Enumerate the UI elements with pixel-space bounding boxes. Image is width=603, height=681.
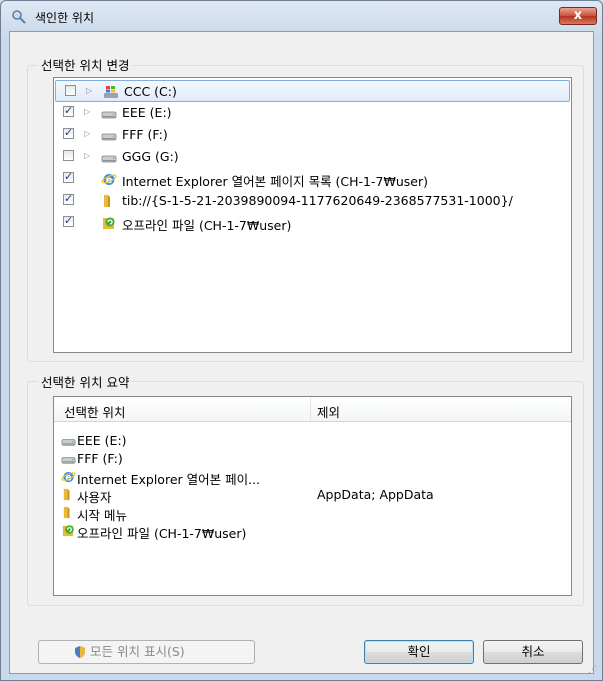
tree-item-label: Internet Explorer 열어본 페이지 목록 (CH-1-7₩use… [122, 174, 428, 189]
tree-item[interactable]: ▷ EEE (E:) [54, 102, 569, 124]
folder-icon [61, 505, 76, 520]
summary-location-label: FFF (F:) [77, 451, 123, 466]
location-checkbox[interactable] [63, 214, 74, 227]
tree-item-label: EEE (E:) [122, 105, 172, 120]
ok-button[interactable]: 확인 [364, 640, 474, 664]
summary-location-label: 사용자 [77, 490, 112, 505]
tree-item[interactable]: ▷ GGG (G:) [54, 146, 569, 168]
tree-item-label: GGG (G:) [122, 149, 179, 164]
tree-item-label: CCC (C:) [124, 84, 177, 99]
location-checkbox[interactable] [65, 85, 76, 96]
folder-icon [101, 193, 117, 209]
locations-tree[interactable]: ▷ CCC (C:) ▷ EEE (E:) ▷ FFF (F:) ▷ GGG (G:) e Int… [53, 77, 572, 353]
show-all-locations-label: 모든 위치 표시(S) [90, 644, 185, 659]
windows-drive-icon [103, 84, 119, 100]
tree-item-label: tib://{S-1-5-21-2039890094-1177620649-23… [122, 193, 513, 208]
summary-location-label: 오프라인 파일 (CH-1-7₩user) [77, 526, 247, 541]
summary-list[interactable]: 선택한 위치 제외 EEE (E:) FFF (F:) e Internet Expl… [53, 396, 572, 596]
drive-icon [101, 149, 117, 165]
close-icon: x [573, 8, 583, 23]
offline-files-icon [61, 523, 76, 538]
folder-icon [61, 487, 76, 502]
summary-location-label: EEE (E:) [77, 433, 127, 448]
tree-item[interactable]: e Internet Explorer 열어본 페이지 목록 (CH-1-7₩us… [54, 168, 569, 190]
location-checkbox[interactable] [63, 126, 74, 139]
summary-list-header: 선택한 위치 제외 [54, 397, 571, 422]
summary-location-label: Internet Explorer 열어본 페이... [77, 472, 261, 487]
tree-item-label: FFF (F:) [122, 127, 168, 142]
cancel-label: 취소 [521, 644, 545, 659]
tree-item-label: 오프라인 파일 (CH-1-7₩user) [122, 218, 292, 233]
offline-files-icon [101, 215, 117, 231]
close-button[interactable]: x [559, 7, 597, 25]
drive-icon [101, 127, 117, 143]
tree-item[interactable]: 오프라인 파일 (CH-1-7₩user) [54, 212, 569, 234]
column-divider[interactable] [310, 397, 311, 421]
ok-label: 확인 [407, 644, 431, 659]
location-checkbox[interactable] [63, 170, 74, 183]
change-locations-group-label: 선택한 위치 변경 [38, 55, 133, 74]
ie-icon: e [101, 171, 117, 187]
location-checkbox[interactable] [63, 192, 74, 205]
drive-icon [61, 451, 76, 466]
ie-icon: e [61, 469, 76, 484]
expand-arrow-icon[interactable]: ▷ [86, 86, 92, 95]
resize-grip[interactable]: ⋰ [588, 665, 597, 675]
shield-icon [75, 646, 85, 658]
show-all-locations-button[interactable]: 모든 위치 표시(S) [38, 640, 255, 664]
drive-icon [61, 433, 76, 448]
summary-location-label: 시작 메뉴 [77, 508, 127, 523]
drive-icon [101, 105, 117, 121]
search-index-icon [12, 10, 26, 24]
cancel-button[interactable]: 취소 [483, 640, 583, 664]
location-checkbox[interactable] [63, 104, 74, 117]
tree-item[interactable]: tib://{S-1-5-21-2039890094-1177620649-23… [54, 190, 569, 212]
tree-item[interactable]: ▷ CCC (C:) [55, 80, 570, 102]
summary-group-label: 선택한 위치 요약 [38, 372, 133, 391]
expand-arrow-icon[interactable]: ▷ [84, 151, 90, 160]
location-checkbox[interactable] [63, 150, 74, 161]
expand-arrow-icon[interactable]: ▷ [84, 129, 90, 138]
tree-item[interactable]: ▷ FFF (F:) [54, 124, 569, 146]
title-bar[interactable]: 색인한 위치 x [1, 1, 602, 31]
column-header-exclude[interactable]: 제외 [317, 402, 340, 421]
window-title: 색인한 위치 [35, 11, 95, 25]
summary-exclude-label: AppData; AppData [317, 487, 434, 502]
column-header-location[interactable]: 선택한 위치 [64, 402, 125, 421]
expand-arrow-icon[interactable]: ▷ [84, 107, 90, 116]
